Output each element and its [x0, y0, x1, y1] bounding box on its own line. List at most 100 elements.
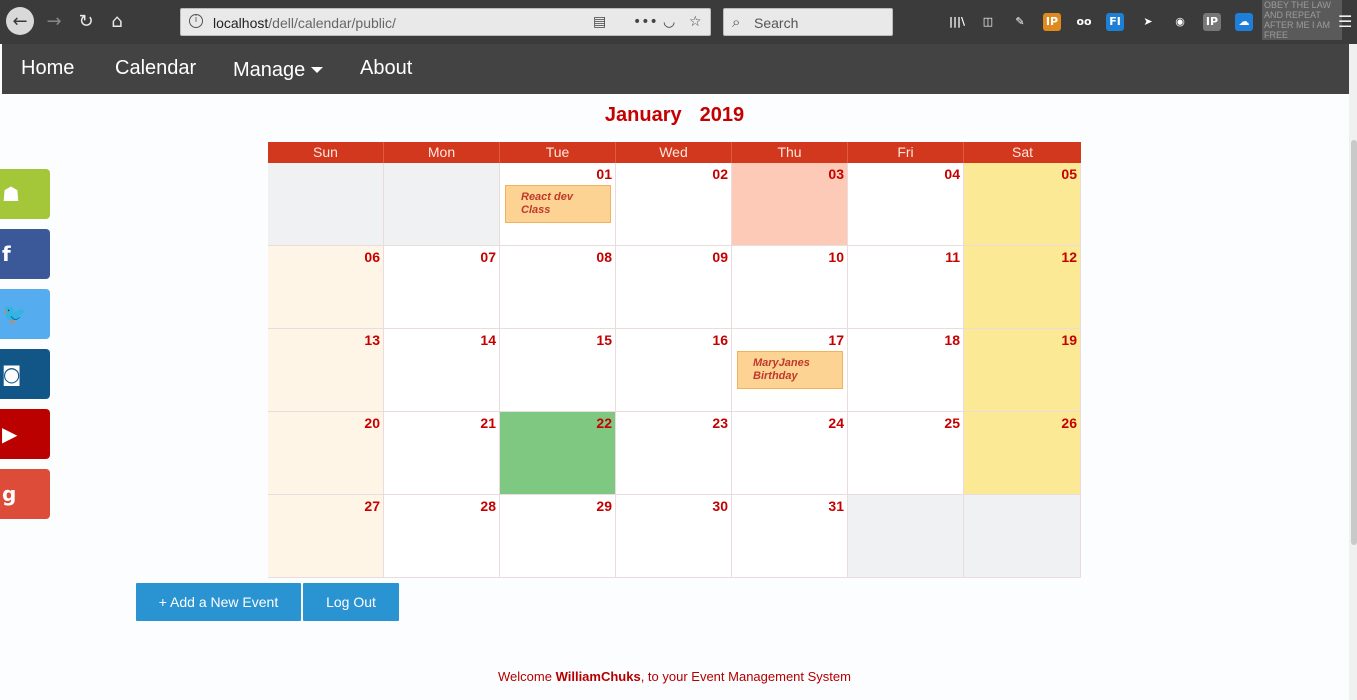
- calendar-day-cell[interactable]: 15: [500, 329, 616, 412]
- day-number: 19: [1061, 332, 1077, 348]
- color-wheel-icon[interactable]: ◉: [1171, 13, 1189, 31]
- calendar-day-cell[interactable]: 23: [616, 412, 732, 495]
- home-icon[interactable]: ⌂: [103, 7, 131, 35]
- day-number: 30: [712, 498, 728, 514]
- calendar-day-cell[interactable]: 16: [616, 329, 732, 412]
- calendar-day-cell[interactable]: 03: [732, 163, 848, 246]
- instagram-icon[interactable]: ◙: [0, 349, 50, 399]
- calendar-day-cell[interactable]: 13: [268, 329, 384, 412]
- calendar-day-cell[interactable]: 30: [616, 495, 732, 578]
- calendar-event[interactable]: React dev Class: [505, 185, 611, 223]
- calendar-day-cell[interactable]: 20: [268, 412, 384, 495]
- nav-home[interactable]: Home: [21, 57, 74, 80]
- site-info-icon[interactable]: i: [189, 14, 203, 28]
- day-number: 06: [364, 249, 380, 265]
- cursor-extension-icon[interactable]: ➤: [1139, 13, 1157, 31]
- fi-extension-icon[interactable]: FI: [1106, 13, 1124, 31]
- calendar-empty-cell: [848, 495, 964, 578]
- welcome-message: Welcome WilliamChuks, to your Event Mana…: [498, 669, 851, 684]
- calendar-day-cell[interactable]: 11: [848, 246, 964, 329]
- url-text[interactable]: localhost/dell/calendar/public/: [213, 15, 396, 31]
- calendar-day-cell[interactable]: 26: [964, 412, 1081, 495]
- calendar-day-cell[interactable]: 05: [964, 163, 1081, 246]
- add-event-button[interactable]: + Add a New Event: [136, 583, 301, 621]
- day-number: 10: [828, 249, 844, 265]
- calendar-day-cell[interactable]: 04: [848, 163, 964, 246]
- search-placeholder: Search: [754, 15, 799, 31]
- onedrive-icon[interactable]: ☁: [1235, 13, 1253, 31]
- calendar-day-cell[interactable]: 24: [732, 412, 848, 495]
- day-number: 28: [480, 498, 496, 514]
- calendar-day-cell[interactable]: 17 MaryJanes Birthday: [732, 329, 848, 412]
- calendar-week-row: 01 React dev Class 02 03 04 05: [268, 163, 1081, 246]
- calendar-day-cell[interactable]: 29: [500, 495, 616, 578]
- weekday-label: Sat: [1011, 144, 1033, 160]
- weekday-label: Tue: [500, 142, 616, 163]
- caret-down-icon: [311, 67, 324, 73]
- library-icon[interactable]: |||\: [948, 13, 966, 31]
- calendar-day-cell[interactable]: 31: [732, 495, 848, 578]
- day-number: 23: [712, 415, 728, 431]
- hamburger-menu-icon[interactable]: ☰: [1338, 12, 1352, 31]
- calendar-day-cell[interactable]: 10: [732, 246, 848, 329]
- calendar-day-cell[interactable]: 28: [384, 495, 500, 578]
- nav-about[interactable]: About: [360, 57, 412, 80]
- eyedropper-icon[interactable]: ✎: [1011, 13, 1029, 31]
- search-bar[interactable]: ⌕ Search: [723, 8, 893, 36]
- nav-calendar[interactable]: Calendar: [115, 57, 196, 80]
- day-number: 29: [596, 498, 612, 514]
- day-number: 01: [596, 166, 612, 182]
- calendar-day-cell[interactable]: 27: [268, 495, 384, 578]
- reload-icon[interactable]: ↻: [72, 7, 100, 35]
- calendar-day-cell[interactable]: 18: [848, 329, 964, 412]
- calendar-day-cell[interactable]: 14: [384, 329, 500, 412]
- address-bar[interactable]: i localhost/dell/calendar/public/ ▤ ••• …: [180, 8, 711, 36]
- day-number: 04: [944, 166, 960, 182]
- calendar-day-cell[interactable]: 25: [848, 412, 964, 495]
- calendar-day-cell[interactable]: 21: [384, 412, 500, 495]
- logout-button[interactable]: Log Out: [303, 583, 399, 621]
- calendar-week-row: 06 07 08 09 10 11 12: [268, 246, 1081, 329]
- android-icon[interactable]: ☗: [0, 169, 50, 219]
- youtube-icon[interactable]: ▶: [0, 409, 50, 459]
- calendar-day-cell[interactable]: 07: [384, 246, 500, 329]
- calendar-day-cell[interactable]: 09: [616, 246, 732, 329]
- weekday-label: Mon: [384, 142, 500, 163]
- calendar-day-cell[interactable]: 12: [964, 246, 1081, 329]
- weekday-label: Thu: [732, 142, 848, 163]
- calendar-day-cell[interactable]: 19: [964, 329, 1081, 412]
- bookmark-star-icon[interactable]: ☆: [689, 14, 702, 30]
- day-number: 05: [1061, 166, 1077, 182]
- calendar-event[interactable]: MaryJanes Birthday: [737, 351, 843, 389]
- reader-view-icon[interactable]: ▤: [593, 14, 606, 30]
- scrollbar-thumb[interactable]: [1351, 140, 1357, 545]
- reader-sidebar-icon[interactable]: ◫: [979, 13, 997, 31]
- day-number: 02: [712, 166, 728, 182]
- calendar-day-cell[interactable]: 22: [500, 412, 616, 495]
- weekday-label: Sun: [268, 142, 384, 163]
- nav-manage-label: Manage: [233, 59, 306, 81]
- day-number: 27: [364, 498, 380, 514]
- facebook-icon[interactable]: f: [0, 229, 50, 279]
- calendar-day-cell[interactable]: 08: [500, 246, 616, 329]
- vpn-shield-icon[interactable]: IP: [1043, 13, 1061, 31]
- event-title-line: React dev: [521, 191, 573, 203]
- calendar-day-cell[interactable]: 06: [268, 246, 384, 329]
- weekday-label: Fri: [848, 142, 964, 163]
- twitter-icon[interactable]: 🐦: [0, 289, 50, 339]
- ip-extension-icon[interactable]: IP: [1203, 13, 1221, 31]
- day-number: 08: [596, 249, 612, 265]
- day-number: 24: [828, 415, 844, 431]
- calendar-day-cell[interactable]: 01 React dev Class: [500, 163, 616, 246]
- page-actions-icon[interactable]: •••: [633, 14, 658, 30]
- forward-icon[interactable]: →: [40, 7, 68, 35]
- back-icon[interactable]: ←: [6, 7, 34, 35]
- nav-manage-dropdown[interactable]: Manage: [233, 59, 324, 82]
- calendar-grid: Sun Mon Tue Wed Thu Fri Sat 01 React dev Class 02…: [268, 142, 1081, 578]
- day-number: 11: [945, 249, 960, 265]
- google-plus-icon[interactable]: g: [0, 469, 50, 519]
- calendar-day-cell[interactable]: 02: [616, 163, 732, 246]
- pocket-icon[interactable]: ◡: [663, 14, 675, 30]
- app-navbar: Home Calendar Manage About: [2, 44, 1349, 94]
- ghostery-icon[interactable]: oo: [1075, 13, 1093, 31]
